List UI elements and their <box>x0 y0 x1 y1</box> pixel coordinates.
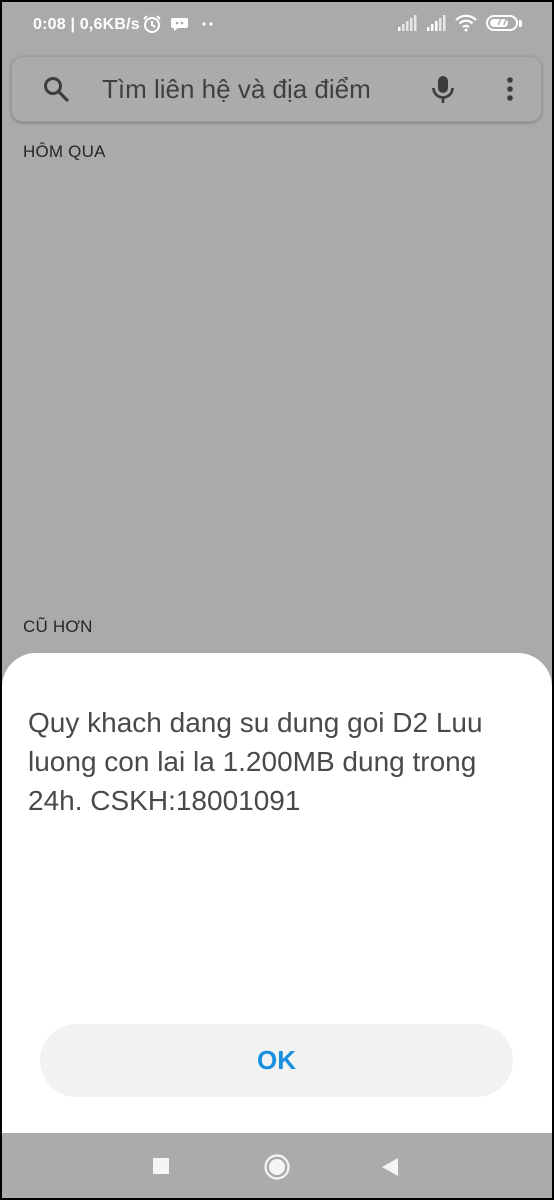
battery-level: 77 <box>496 17 508 28</box>
ok-button[interactable]: OK <box>40 1024 513 1097</box>
phone-screen: 0:08 | 0,6KB/s 77 Tìm liên hệ và địa điể… <box>2 2 552 1198</box>
battery-body: 77 <box>486 15 518 31</box>
alarm-icon <box>143 15 161 33</box>
section-header-yesterday: HÔM QUA <box>23 142 106 161</box>
home-circle-icon[interactable] <box>263 1153 291 1181</box>
signal-icon <box>398 15 417 31</box>
search-icon[interactable] <box>43 76 69 102</box>
mic-icon[interactable] <box>430 75 456 105</box>
dialog-message: Quy khach dang su dung goi D2 Luu luong … <box>28 707 483 816</box>
search-input[interactable] <box>102 71 422 107</box>
more-vert-icon[interactable] <box>500 75 520 105</box>
wifi-icon <box>455 14 477 32</box>
signal-icon <box>427 15 446 31</box>
navigation-bar <box>2 1133 552 1198</box>
search-bar[interactable] <box>11 56 542 122</box>
chat-bubble-icon <box>171 18 188 31</box>
battery-icon: 77 <box>486 15 522 31</box>
more-dots-icon <box>202 22 213 26</box>
recents-square-icon[interactable] <box>152 1157 170 1175</box>
status-bar: 0:08 | 0,6KB/s 77 <box>2 2 552 46</box>
status-time-speed: 0:08 | 0,6KB/s <box>33 16 140 33</box>
back-triangle-icon[interactable] <box>380 1157 400 1177</box>
battery-tip <box>519 19 522 27</box>
status-icons-left <box>142 14 218 34</box>
sms-dialog: Quy khach dang su dung goi D2 Luu luong … <box>2 653 552 1133</box>
status-icons-right: 77 <box>397 14 522 32</box>
section-header-older: CŨ HƠN <box>23 617 93 636</box>
